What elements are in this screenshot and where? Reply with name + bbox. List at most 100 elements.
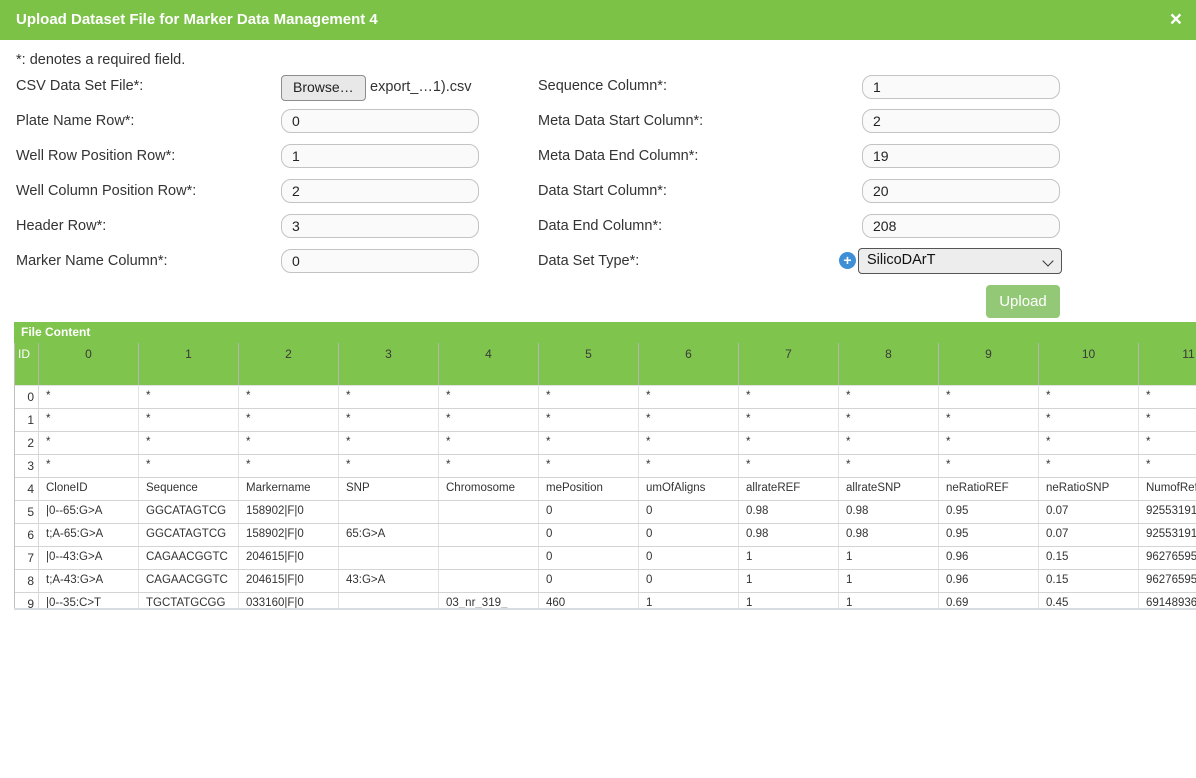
plate-name-row-input[interactable]	[281, 109, 479, 133]
table-row-id-cell: 5	[15, 501, 39, 523]
meta-data-start-label: Meta Data Start Column*:	[538, 113, 703, 129]
table-cell: *	[739, 386, 839, 408]
table-cell: 0	[539, 547, 639, 569]
table-cell: 1	[839, 547, 939, 569]
table-header-row: ID01234567891011	[15, 343, 1196, 386]
table-cell: 962765957	[1139, 547, 1196, 569]
marker-name-column-input[interactable]	[281, 249, 479, 273]
well-row-position-label: Well Row Position Row*:	[16, 148, 175, 164]
upload-dataset-dialog: Upload Dataset File for Marker Data Mana…	[0, 0, 1196, 778]
table-cell: GGCATAGTCG	[139, 501, 239, 523]
header-row-label: Header Row*:	[16, 218, 106, 234]
table-cell: *	[939, 455, 1039, 477]
data-set-type-select[interactable]: SilicoDArT	[858, 248, 1062, 274]
table-cell: *	[939, 409, 1039, 431]
table-cell: CAGAACGGTC	[139, 547, 239, 569]
table-cell: *	[39, 455, 139, 477]
well-row-position-input[interactable]	[281, 144, 479, 168]
table-header-cell: 11	[1139, 343, 1196, 385]
table-cell: *	[339, 386, 439, 408]
table-cell: *	[339, 432, 439, 454]
table-cell: *	[1039, 432, 1139, 454]
browse-button[interactable]: Browse…	[281, 75, 366, 101]
table-header-cell: 7	[739, 343, 839, 385]
table-row: 4CloneIDSequenceMarkernameSNPChromosomem…	[15, 478, 1196, 501]
table-cell: 0.98	[739, 501, 839, 523]
table-cell: *	[1039, 455, 1139, 477]
table-cell: neRatioSNP	[1039, 478, 1139, 500]
table-cell: *	[639, 455, 739, 477]
table-cell: Markername	[239, 478, 339, 500]
table-cell: allrateREF	[739, 478, 839, 500]
table-cell: Sequence	[139, 478, 239, 500]
table-header-id-cell: ID	[15, 343, 39, 385]
table-cell: 925531914	[1139, 501, 1196, 523]
table-cell: 691489361	[1139, 593, 1196, 610]
table-cell: *	[539, 455, 639, 477]
table-row: 2************	[15, 432, 1196, 455]
csv-file-label: CSV Data Set File*:	[16, 78, 143, 94]
table-cell: 0.98	[739, 524, 839, 546]
upload-button[interactable]: Upload	[986, 285, 1060, 318]
table-cell: umOfAligns	[639, 478, 739, 500]
table-cell: 1	[739, 547, 839, 569]
table-cell: 03_nr_319_	[439, 593, 539, 610]
table-header-cell: 5	[539, 343, 639, 385]
table-row: 9|0--35:C>TTGCTATGCGG033160|F|003_nr_319…	[15, 593, 1196, 610]
table-header-cell: 9	[939, 343, 1039, 385]
table-row: 6t;A-65:G>AGGCATAGTCG158902|F|065:G>A000…	[15, 524, 1196, 547]
table-cell: *	[139, 409, 239, 431]
table-cell	[439, 547, 539, 569]
table-cell: *	[239, 455, 339, 477]
add-plus-icon[interactable]: +	[839, 252, 856, 269]
close-icon[interactable]: ×	[1170, 0, 1182, 40]
table-cell: 460	[539, 593, 639, 610]
table-cell: 0.98	[839, 501, 939, 523]
plate-name-row-label: Plate Name Row*:	[16, 113, 134, 129]
table-cell: |0--65:G>A	[39, 501, 139, 523]
well-column-position-input[interactable]	[281, 179, 479, 203]
table-cell: *	[239, 409, 339, 431]
sequence-column-input[interactable]	[862, 75, 1060, 99]
table-cell: CloneID	[39, 478, 139, 500]
table-cell: *	[439, 386, 539, 408]
table-cell: *	[639, 432, 739, 454]
chevron-down-icon	[1042, 255, 1053, 266]
data-start-column-input[interactable]	[862, 179, 1060, 203]
table-cell: 204615|F|0	[239, 570, 339, 592]
meta-data-end-input[interactable]	[862, 144, 1060, 168]
table-cell: *	[1139, 386, 1196, 408]
header-row-input[interactable]	[281, 214, 479, 238]
table-cell: *	[239, 386, 339, 408]
table-cell: 0.69	[939, 593, 1039, 610]
table-header-cell: 2	[239, 343, 339, 385]
table-cell: *	[1039, 386, 1139, 408]
table-cell: 1	[839, 570, 939, 592]
table-row-id-cell: 2	[15, 432, 39, 454]
table-cell: *	[739, 455, 839, 477]
table-row: 0************	[15, 386, 1196, 409]
dialog-titlebar: Upload Dataset File for Marker Data Mana…	[0, 0, 1196, 40]
table-cell: 0.15	[1039, 570, 1139, 592]
table-header-cell: 1	[139, 343, 239, 385]
table-cell: *	[1139, 432, 1196, 454]
table-cell: *	[339, 455, 439, 477]
table-cell: *	[439, 409, 539, 431]
table-cell: *	[139, 432, 239, 454]
table-cell: 1	[839, 593, 939, 610]
table-cell: *	[639, 409, 739, 431]
table-cell: 0	[639, 547, 739, 569]
table-header-cell: 6	[639, 343, 739, 385]
table-row: 1************	[15, 409, 1196, 432]
data-end-column-input[interactable]	[862, 214, 1060, 238]
meta-data-start-input[interactable]	[862, 109, 1060, 133]
table-cell: 1	[739, 570, 839, 592]
table-cell: 0.98	[839, 524, 939, 546]
table-cell: |0--43:G>A	[39, 547, 139, 569]
table-cell: t;A-65:G>A	[39, 524, 139, 546]
table-cell: 0.96	[939, 547, 1039, 569]
table-cell: *	[239, 432, 339, 454]
table-cell: 0.95	[939, 524, 1039, 546]
table-cell: *	[739, 432, 839, 454]
table-cell: t;A-43:G>A	[39, 570, 139, 592]
